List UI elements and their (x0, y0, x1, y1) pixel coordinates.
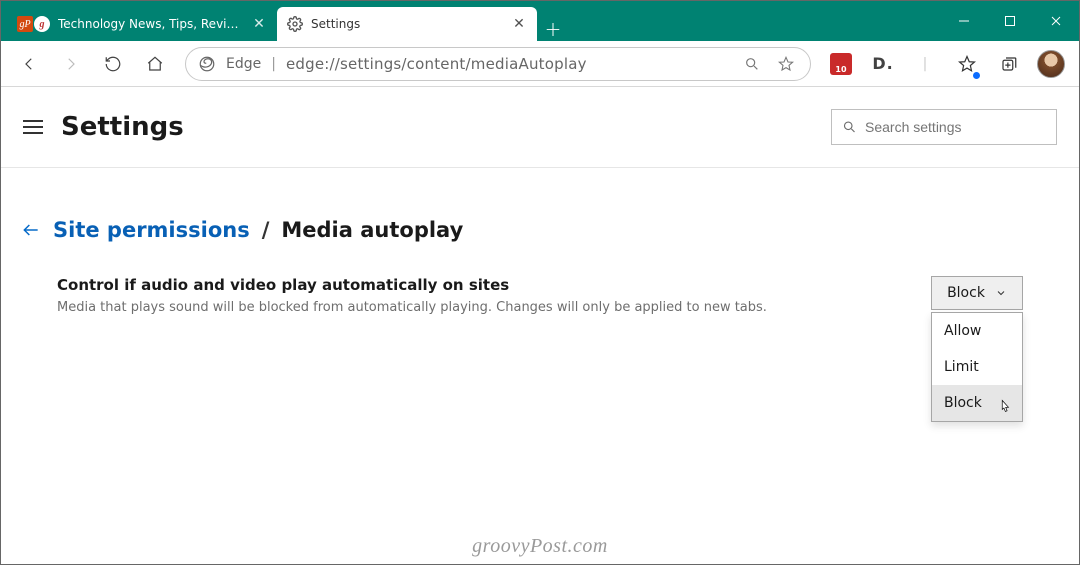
new-tab-button[interactable]: + (537, 17, 569, 41)
browser-tab-active[interactable]: Settings ✕ (277, 7, 537, 41)
setting-row: Control if audio and video play automati… (21, 276, 1023, 315)
hamburger-menu-icon[interactable] (23, 120, 43, 134)
window-controls (941, 1, 1079, 41)
extension-d-icon[interactable]: D. (865, 46, 901, 82)
separator: | (271, 56, 276, 72)
minimize-button[interactable] (941, 1, 987, 41)
tab-title: Settings (311, 17, 503, 31)
home-button[interactable] (137, 46, 173, 82)
browser-tab-background[interactable]: gP g Technology News, Tips, Reviews, ✕ (7, 7, 277, 41)
dropdown-option-limit[interactable]: Limit (932, 349, 1022, 385)
setting-title: Control if audio and video play automati… (57, 276, 767, 294)
back-arrow-icon[interactable] (21, 220, 41, 240)
chevron-down-icon (995, 287, 1007, 299)
cursor-pointer-icon (998, 399, 1012, 417)
autoplay-dropdown-menu: Allow Limit Block (931, 312, 1023, 422)
tab-strip: gP g Technology News, Tips, Reviews, ✕ S… (1, 1, 941, 41)
nav-back-button[interactable] (11, 46, 47, 82)
extension-lastpass-icon[interactable]: 10 (823, 46, 859, 82)
settings-search-box[interactable] (831, 109, 1057, 145)
edge-icon (198, 55, 216, 73)
close-window-button[interactable] (1033, 1, 1079, 41)
breadcrumb-current: Media autoplay (281, 218, 463, 242)
browser-label: Edge (226, 56, 261, 72)
breadcrumb-parent-link[interactable]: Site permissions (53, 218, 250, 242)
autoplay-dropdown-button[interactable]: Block (931, 276, 1023, 310)
tab-close-button[interactable]: ✕ (511, 16, 527, 32)
breadcrumb: Site permissions / Media autoplay (21, 218, 1023, 242)
url-text: edge://settings/content/mediaAutoplay (286, 55, 730, 73)
settings-search-input[interactable] (865, 119, 1046, 135)
favorite-star-icon[interactable] (774, 52, 798, 76)
settings-content: Site permissions / Media autoplay Contro… (1, 168, 1079, 315)
gear-icon (287, 16, 303, 32)
zoom-search-icon[interactable] (740, 52, 764, 76)
nav-forward-button[interactable] (53, 46, 89, 82)
search-icon (842, 119, 857, 135)
dropdown-option-block[interactable]: Block (932, 385, 1022, 421)
maximize-button[interactable] (987, 1, 1033, 41)
settings-header: Settings (1, 87, 1079, 168)
favicon-gp-icon: gP (17, 16, 33, 32)
browser-toolbar: Edge | edge://settings/content/mediaAuto… (1, 41, 1079, 87)
tab-close-button[interactable]: ✕ (251, 16, 267, 32)
reload-button[interactable] (95, 46, 131, 82)
breadcrumb-separator: / (262, 218, 270, 242)
watermark: groovyPost.com (1, 535, 1079, 558)
setting-description: Media that plays sound will be blocked f… (57, 300, 767, 315)
tab-title: Technology News, Tips, Reviews, (58, 17, 243, 31)
window-titlebar: gP g Technology News, Tips, Reviews, ✕ S… (1, 1, 1079, 41)
collections-button[interactable] (991, 46, 1027, 82)
dropdown-selected-value: Block (947, 285, 985, 301)
favorites-button[interactable] (949, 46, 985, 82)
address-bar[interactable]: Edge | edge://settings/content/mediaAuto… (185, 47, 811, 81)
favicon-g-icon: g (34, 16, 50, 32)
page-title: Settings (61, 112, 184, 142)
profile-avatar[interactable] (1033, 46, 1069, 82)
toolbar-divider: | (907, 46, 943, 82)
dropdown-option-allow[interactable]: Allow (932, 313, 1022, 349)
